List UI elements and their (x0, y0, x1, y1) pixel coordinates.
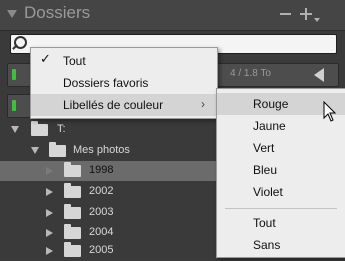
remove-icon[interactable] (280, 13, 291, 15)
tree-label: 2004 (89, 226, 114, 238)
folder-icon (31, 121, 48, 136)
menu-item-all[interactable]: ✓ Tout (31, 50, 217, 72)
collapse-panel-icon[interactable] (7, 10, 17, 18)
menu-item-violet[interactable]: Violet (217, 181, 345, 203)
add-icon[interactable] (300, 8, 312, 20)
menu-item-label: Violet (253, 185, 283, 199)
add-menu-caret-icon[interactable] (314, 18, 320, 22)
tree-label: T: (57, 123, 66, 135)
menu-item-label: Jaune (253, 119, 286, 133)
menu-item-favorites[interactable]: Dossiers favoris (31, 72, 217, 94)
tree-label: 1998 (89, 164, 114, 176)
eject-icon[interactable] (314, 68, 324, 82)
check-icon: ✓ (40, 51, 51, 66)
tree-label: 2005 (89, 244, 114, 256)
menu-item-label: Bleu (253, 163, 278, 177)
menu-item-label: Sans (253, 238, 281, 252)
volume-size: 4 / 1.8 To (230, 68, 271, 79)
menu-item-label: Vert (253, 141, 275, 155)
folder-icon (64, 204, 81, 219)
menu-item-label: Dossiers favoris (63, 76, 149, 90)
expand-arrow-icon[interactable] (46, 209, 53, 217)
menu-item-color-labels[interactable]: Libellés de couleur › (31, 94, 217, 116)
folder-icon (64, 183, 81, 198)
expand-arrow-icon[interactable] (46, 167, 53, 175)
tree-label: 2003 (89, 206, 114, 218)
menu-item-label: Tout (63, 54, 86, 68)
panel-title: Dossiers (24, 3, 91, 22)
menu-item-label: Libellés de couleur (63, 98, 164, 112)
folder-icon (64, 242, 81, 257)
volume-online-indicator (12, 69, 16, 80)
submenu-arrow-icon: › (201, 97, 205, 111)
menu-item-label: Tout (253, 216, 276, 230)
menu-item-blue[interactable]: Bleu (217, 159, 345, 181)
menu-item-green[interactable]: Vert (217, 137, 345, 159)
folder-icon (64, 162, 81, 177)
menu-item-no-color[interactable]: Sans (217, 234, 345, 256)
cursor-icon (323, 101, 337, 122)
folder-icon (64, 224, 81, 239)
expand-arrow-icon[interactable] (11, 126, 19, 133)
expand-arrow-icon[interactable] (31, 147, 39, 154)
tree-label: Mes photos (73, 144, 130, 156)
menu-item-all-colors[interactable]: Tout (217, 212, 345, 234)
volume-online-indicator (12, 100, 16, 111)
panel-header[interactable]: Dossiers (0, 0, 345, 31)
menu-separator (225, 208, 337, 209)
folder-icon (49, 142, 66, 157)
filter-menu: ✓ Tout Dossiers favoris Libellés de coul… (30, 47, 218, 119)
tree-label: 2002 (89, 185, 114, 197)
expand-arrow-icon[interactable] (46, 188, 53, 196)
menu-item-label: Rouge (253, 97, 289, 111)
expand-arrow-icon[interactable] (46, 229, 53, 237)
expand-arrow-icon[interactable] (46, 247, 53, 255)
